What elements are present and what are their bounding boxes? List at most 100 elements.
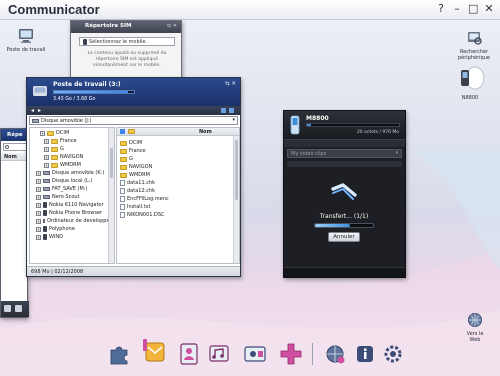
tree-item[interactable]: + Disque local (L:): [32, 177, 108, 185]
select-all-icon[interactable]: [120, 129, 125, 134]
expand-icon[interactable]: +: [36, 226, 41, 232]
refresh-icon[interactable]: [229, 108, 234, 113]
explorer-window-controls[interactable]: ⇆ ✕: [225, 81, 236, 87]
desktop-phone-n8800[interactable]: N8800: [448, 66, 492, 101]
settings-icon[interactable]: [380, 341, 406, 367]
phone-icon: [461, 66, 485, 90]
media-icon[interactable]: [206, 341, 232, 367]
expand-icon[interactable]: +: [36, 210, 41, 216]
expand-icon[interactable]: +: [36, 178, 41, 184]
help-icon[interactable]: ?: [436, 3, 446, 15]
file-list-item[interactable]: G: [120, 155, 230, 163]
file-list-item[interactable]: DCIM: [120, 139, 230, 147]
tree-item[interactable]: + G: [32, 145, 108, 153]
tree-item[interactable]: + Ordinateur de developpement: [32, 217, 114, 225]
file-list-item[interactable]: data12.chk: [120, 187, 230, 195]
tree-item-label: FAT_SAVE (M:): [52, 186, 88, 192]
drive-icon: [33, 86, 47, 96]
expand-icon[interactable]: +: [44, 154, 49, 160]
search-icon: [5, 145, 9, 149]
sim-window-controls[interactable]: ⇆ ✕: [167, 23, 177, 29]
desktop-vers-le-web[interactable]: Vers le Web: [458, 312, 492, 343]
tree-item[interactable]: + WIND: [32, 233, 108, 241]
device-status-bar: [284, 267, 405, 277]
tree-item[interactable]: + Nokia 6110 Navigator: [32, 201, 108, 209]
expand-icon[interactable]: +: [36, 170, 41, 176]
file-list-item[interactable]: EncFFilLog.menc: [120, 195, 230, 203]
tree-item[interactable]: + DCIM: [32, 129, 108, 137]
add-icon[interactable]: [278, 341, 304, 367]
file-list-item[interactable]: France: [120, 147, 230, 155]
repertoire-search[interactable]: [3, 143, 27, 151]
back-icon[interactable]: ◂: [31, 107, 34, 114]
tree-item[interactable]: + WMDRM: [32, 161, 108, 169]
drive-select[interactable]: Disque amovible (J:) ▾: [29, 116, 238, 125]
cancel-transfer-button[interactable]: Annuler: [328, 232, 360, 242]
expand-icon[interactable]: +: [44, 162, 49, 168]
add-contact-icon[interactable]: [15, 305, 22, 312]
tree-scrollbar[interactable]: [108, 128, 114, 263]
repertoire-title: Répe: [7, 132, 23, 138]
tree-item[interactable]: + France: [32, 137, 108, 145]
expand-icon[interactable]: +: [40, 130, 45, 136]
phonebook-icon[interactable]: [176, 341, 202, 367]
minimize-icon[interactable]: –: [452, 3, 462, 15]
tree-item[interactable]: + Disque amovible (K:): [32, 169, 108, 177]
file-list-item[interactable]: NIKON001.DSC: [120, 211, 230, 219]
tree-item-label: Disque local (L:): [52, 178, 93, 184]
contacts-icon[interactable]: [4, 305, 11, 312]
expand-icon[interactable]: +: [36, 194, 41, 200]
file-list-item[interactable]: WMDRM: [120, 171, 230, 179]
folder-icon: [120, 172, 127, 178]
view-icon[interactable]: [221, 108, 226, 113]
device-folder-select[interactable]: My video clips ▾: [287, 149, 402, 158]
device-toolbar: [284, 139, 405, 147]
file-list-scrollbar[interactable]: [233, 136, 239, 263]
tree-item[interactable]: + Nero Scout: [32, 193, 108, 201]
expand-icon[interactable]: +: [36, 234, 41, 240]
tree-item[interactable]: + Nokia Phone Browser: [32, 209, 108, 217]
messages-icon[interactable]: [140, 337, 170, 367]
device-list-header: [287, 161, 402, 167]
tree-item-label: WIND: [49, 234, 64, 240]
repertoire-column-header[interactable]: Nom: [1, 153, 29, 161]
file-list-header[interactable]: Nom: [117, 128, 239, 136]
tree-item[interactable]: + NAVIGON: [32, 153, 108, 161]
folder-up-icon[interactable]: [128, 129, 135, 134]
drive-icon: [43, 187, 50, 191]
forward-icon[interactable]: ▸: [38, 107, 41, 114]
drive-select-value: Disque amovible (J:): [41, 117, 92, 124]
puzzle-icon[interactable]: [106, 341, 132, 367]
expand-icon[interactable]: +: [36, 202, 41, 208]
device-panel-header: M8800 20 octets / 970 Mo: [284, 111, 405, 139]
tree-item[interactable]: + FAT_SAVE (M:): [32, 185, 108, 193]
phone-icon: [43, 234, 47, 240]
file-list-item[interactable]: Install.txt: [120, 203, 230, 211]
file-name: France: [129, 148, 146, 154]
maximize-icon[interactable]: □: [468, 3, 478, 15]
file-name: Install.txt: [127, 204, 151, 210]
device-storage-fill: [307, 124, 311, 126]
web-icon[interactable]: [322, 341, 348, 367]
tree-item[interactable]: + Polyphone: [32, 225, 108, 233]
info-icon[interactable]: [352, 341, 378, 367]
file-list-item[interactable]: NAVIGON: [120, 163, 230, 171]
expand-icon[interactable]: +: [44, 138, 49, 144]
expand-icon[interactable]: +: [36, 186, 41, 192]
repertoire-panel: Répe Nom: [0, 128, 29, 318]
file-name: EncFFilLog.menc: [127, 196, 169, 202]
expand-icon[interactable]: +: [44, 146, 49, 152]
sim-mobile-select[interactable]: Sélectionnez le mobile.: [79, 37, 175, 46]
expand-icon[interactable]: +: [36, 218, 41, 224]
transfer-icon: [331, 183, 357, 200]
device-panel: M8800 20 octets / 970 Mo My video clips …: [283, 110, 406, 278]
phone-icon: [43, 226, 47, 232]
tree-item-label: G: [60, 146, 64, 152]
desktop-rechercher-peripherique[interactable]: Rechercher périphérique: [452, 30, 496, 61]
file-name: NIKON001.DSC: [127, 212, 165, 218]
close-icon[interactable]: ✕: [484, 3, 494, 15]
file-list-item[interactable]: data11.chk: [120, 179, 230, 187]
camera-card-icon[interactable]: [242, 341, 268, 367]
device-storage-text: 20 octets / 970 Mo: [356, 130, 399, 135]
desktop-poste-de-travail[interactable]: Poste de travail: [4, 28, 48, 53]
